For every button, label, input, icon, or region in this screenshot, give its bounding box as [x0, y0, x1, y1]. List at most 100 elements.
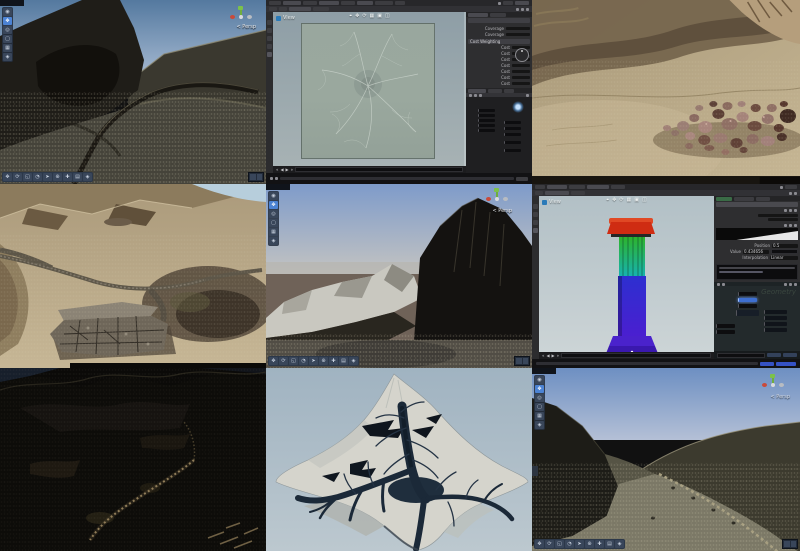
viewport-corner-controls[interactable]	[248, 172, 264, 182]
shelf-tab[interactable]	[571, 191, 585, 195]
node[interactable]	[504, 149, 521, 152]
marquee-tool-icon[interactable]: ▢	[269, 219, 278, 227]
sphere-icon[interactable]: ◔	[299, 357, 308, 365]
shelf-icon[interactable]	[516, 8, 519, 11]
rotate-icon[interactable]: ⟳	[545, 540, 554, 548]
window-icon[interactable]	[780, 186, 783, 189]
shelf-icon[interactable]	[521, 8, 524, 11]
shade-icon[interactable]: ▣	[377, 13, 382, 20]
pane-tab[interactable]	[716, 197, 732, 201]
axis-gizmo[interactable]	[760, 374, 786, 392]
scale-icon[interactable]: ◱	[289, 357, 298, 365]
pane-icon[interactable]	[267, 52, 272, 57]
menu-tab[interactable]	[503, 1, 513, 5]
scene-canvas[interactable]	[532, 0, 800, 184]
window-tab[interactable]	[532, 368, 556, 374]
param-field[interactable]	[506, 27, 530, 30]
jump-end-icon[interactable]: »	[557, 353, 559, 359]
menu-tab[interactable]	[569, 185, 585, 189]
layers-icon[interactable]: ▤	[73, 173, 82, 181]
play-icon[interactable]: ➤	[309, 357, 318, 365]
frame-range-slider[interactable]	[280, 177, 514, 180]
net-icon[interactable]	[722, 283, 725, 286]
sphere-tool-icon[interactable]: ◉	[535, 376, 544, 384]
pane-icon[interactable]	[533, 220, 538, 225]
panel-divider-handle[interactable]	[532, 466, 538, 476]
menu-tab[interactable]	[547, 185, 567, 189]
scene-canvas[interactable]	[0, 184, 266, 368]
node[interactable]	[764, 328, 787, 332]
sphere-icon[interactable]: ◔	[33, 173, 42, 181]
node[interactable]	[478, 114, 495, 117]
camera-label[interactable]: < Persp	[492, 208, 512, 214]
menu-tab[interactable]	[303, 1, 317, 5]
settings-tool-icon[interactable]: ◈	[269, 237, 278, 245]
ramp-menu-icon[interactable]	[794, 224, 797, 227]
move-tool-icon[interactable]: ✥	[535, 385, 544, 393]
pane-icon[interactable]	[267, 20, 272, 25]
view-chip[interactable]: View	[542, 199, 561, 205]
param-field[interactable]	[512, 76, 530, 79]
pane-icon[interactable]	[533, 212, 538, 217]
node-selected[interactable]	[738, 298, 757, 302]
param-field[interactable]	[512, 70, 530, 73]
window-icon[interactable]	[498, 2, 501, 5]
viewport-corner-controls[interactable]	[514, 356, 530, 366]
view-chip[interactable]: View	[276, 15, 295, 21]
pane-tab[interactable]	[734, 197, 754, 201]
transport-icon[interactable]	[275, 177, 278, 180]
shelf-icon[interactable]	[789, 192, 792, 195]
sphere-tool-icon[interactable]: ◉	[269, 192, 278, 200]
net-icon[interactable]	[784, 283, 787, 286]
pane-tab[interactable]	[756, 197, 770, 201]
brush-icon[interactable]: ◈	[83, 173, 92, 181]
shelf-tab[interactable]	[535, 191, 543, 195]
play-icon[interactable]: ➤	[43, 173, 52, 181]
transport-icon[interactable]	[270, 177, 273, 180]
shelf-tab[interactable]	[313, 7, 329, 11]
shelf-tab[interactable]	[289, 7, 311, 11]
move-icon[interactable]: ✥	[612, 197, 616, 204]
jump-end-icon[interactable]: »	[291, 167, 293, 173]
marquee-tool-icon[interactable]: ▢	[3, 35, 12, 43]
translate-icon[interactable]: ✥	[269, 357, 278, 365]
timeline-button[interactable]	[767, 353, 781, 357]
heightfield-top-view[interactable]	[301, 23, 435, 159]
split-icon[interactable]: ◫	[385, 13, 390, 20]
play-icon[interactable]: ▶	[286, 167, 289, 173]
column-viewport[interactable]: View ⌖ ✥ ⟳ ▦ ▣ ◫	[539, 196, 714, 352]
network-editor[interactable]	[466, 97, 532, 173]
param-field[interactable]	[506, 33, 530, 36]
window-tab[interactable]	[0, 0, 24, 6]
zoom-icon[interactable]: ⊕	[585, 540, 594, 548]
menu-tab[interactable]	[515, 1, 529, 5]
menu-tab[interactable]	[357, 1, 373, 5]
node-header[interactable]	[468, 18, 530, 23]
ramp-widget[interactable]	[716, 228, 798, 240]
grid-icon[interactable]: ▦	[370, 13, 375, 20]
split-icon[interactable]: ◫	[642, 197, 647, 204]
marquee-tool-icon[interactable]: ▢	[535, 403, 544, 411]
scale-icon[interactable]: ◱	[555, 540, 564, 548]
settings-tool-icon[interactable]: ◈	[3, 53, 12, 61]
frame-button[interactable]	[760, 362, 774, 366]
param-section-header[interactable]: Cost Weighting	[468, 39, 530, 44]
menu-tab[interactable]	[535, 185, 545, 189]
node[interactable]	[478, 124, 495, 127]
shelf-tab[interactable]	[279, 7, 287, 11]
menu-tab[interactable]	[785, 185, 797, 189]
translate-icon[interactable]: ✥	[535, 540, 544, 548]
jump-start-icon[interactable]: «	[276, 167, 278, 173]
node[interactable]	[504, 121, 521, 124]
network-editor[interactable]: Geometry	[714, 282, 800, 359]
shade-icon[interactable]: ▣	[634, 197, 639, 204]
node[interactable]	[478, 129, 495, 132]
orbit-tool-icon[interactable]: ◎	[3, 26, 12, 34]
menu-tab[interactable]	[269, 1, 281, 5]
node[interactable]	[764, 310, 787, 314]
target-icon[interactable]: ⌖	[606, 197, 609, 204]
orbit-tool-icon[interactable]: ◎	[269, 210, 278, 218]
timeline-slider[interactable]	[295, 167, 463, 172]
ramp-flip-icon[interactable]	[789, 224, 792, 227]
menu-tab[interactable]	[283, 1, 301, 5]
